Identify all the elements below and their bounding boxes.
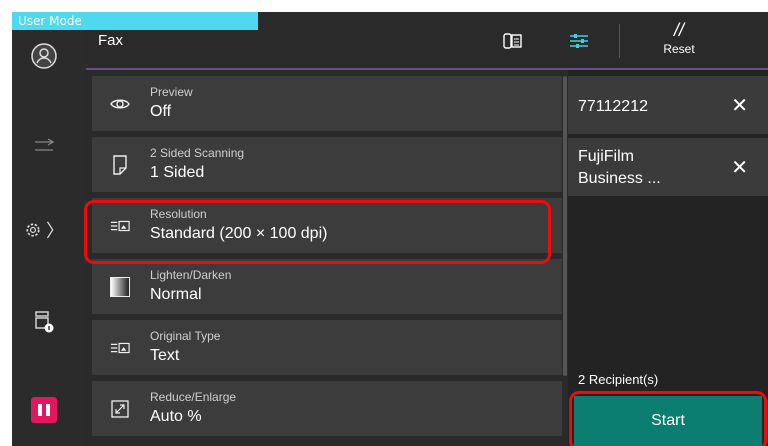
recipients-panel: 77112212 ✕ FujiFilm Business ... ✕ 2 Rec… [568,70,768,446]
recipient-name-line2: Business ... [578,170,661,187]
pause-icon[interactable] [24,394,64,426]
resize-icon [110,399,130,419]
arrow-icon[interactable] [24,130,64,162]
sliders-icon[interactable] [564,24,594,58]
original-type-icon [110,338,130,358]
setting-label: Original Type [150,329,221,343]
setting-row-lighten-darken[interactable]: Lighten/Darken Normal [92,259,562,314]
recipient-item[interactable]: 77112212 ✕ [568,76,768,136]
header-divider [619,24,620,58]
setting-value: 1 Sided [150,164,205,181]
setting-label: Lighten/Darken [150,268,232,282]
recipient-name: 77112212 [578,98,648,115]
reset-icon: // [673,20,684,40]
setting-label: Reduce/Enlarge [150,390,237,404]
resolution-highlight [84,200,551,264]
setting-value: Text [150,347,180,364]
setting-label: 2 Sided Scanning [150,146,245,160]
setting-value: Normal [150,286,202,303]
printer-info-icon[interactable] [24,306,64,338]
setting-row-reduce-enlarge[interactable]: Reduce/Enlarge Auto % [92,381,562,436]
start-highlight [569,391,767,446]
setting-label: Preview [150,85,193,99]
chevron-right-icon: 〉 [46,221,64,242]
settings-icon[interactable]: 〉 [24,214,64,246]
setting-row-original-type[interactable]: Original Type Text [92,320,562,375]
fax-line-icon[interactable] [498,24,528,58]
setting-value: Auto % [150,408,202,425]
setting-row-2-sided-scanning[interactable]: 2 Sided Scanning 1 Sided [92,137,562,192]
recipient-count: 2 Recipient(s) [578,372,659,387]
reset-button[interactable]: // Reset [634,20,724,64]
user-icon[interactable] [24,40,64,72]
reset-label: Reset [663,42,695,56]
eye-icon [110,94,130,114]
setting-row-preview[interactable]: Preview Off [92,76,562,131]
close-icon[interactable]: ✕ [731,155,748,179]
page-icon [110,155,130,175]
scroll-thumb[interactable] [563,76,567,376]
user-mode-label: User Mode [12,12,258,30]
page-title: Fax [98,32,124,49]
gradient-icon [110,277,130,297]
setting-value: Off [150,103,172,120]
recipient-item[interactable]: FujiFilm Business ... ✕ [568,138,768,198]
close-icon[interactable]: ✕ [731,93,748,117]
recipient-name: FujiFilm [578,148,634,165]
fax-screen: User Mode 〉 Fax // Reset Preview Off 2 S… [0,0,768,446]
